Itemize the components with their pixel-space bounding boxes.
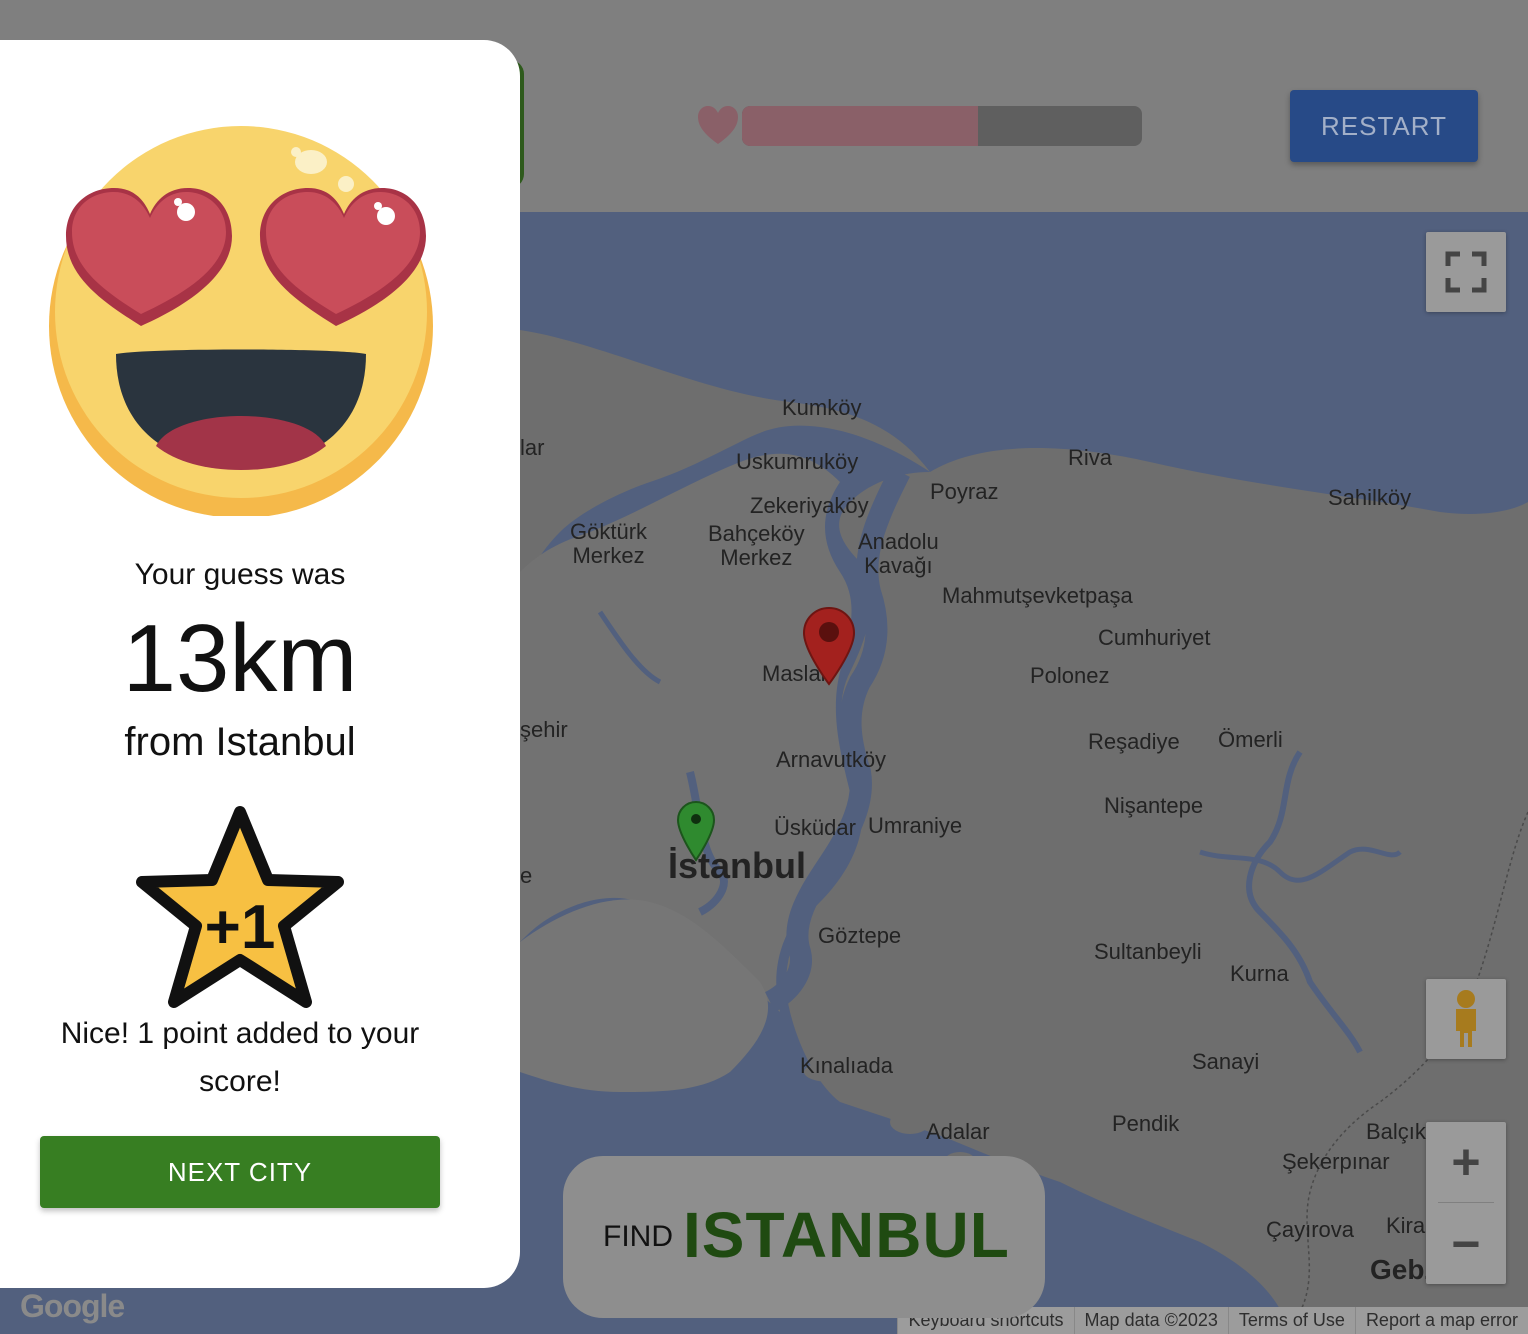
map-label-lar: lar [520, 435, 545, 460]
heart-eyes-emoji-icon [49, 126, 433, 516]
map-label-zekeriyakoy: Zekeriyaköy [750, 493, 869, 518]
map-label-arnavutkoy: Arnavutköy [776, 747, 887, 772]
map-label-bahcekoy: Bahçeköy Merkez [708, 521, 805, 570]
zoom-divider [1438, 1202, 1494, 1203]
report-map-error-link[interactable]: Report a map error [1354, 1307, 1528, 1334]
map-label-umraniye: Umraniye [868, 813, 963, 838]
heart-icon [698, 106, 738, 144]
star-badge-text: +1 [205, 893, 276, 962]
zoom-out-button[interactable]: − [1426, 1204, 1506, 1284]
next-city-button[interactable]: NEXT CITY [40, 1136, 440, 1208]
fullscreen-icon [1445, 251, 1487, 293]
green-marker-icon[interactable] [676, 800, 716, 862]
map-label-kira: Kira [1386, 1213, 1426, 1238]
map-label-sehir: şehir [520, 717, 568, 742]
fullscreen-button[interactable] [1426, 232, 1506, 312]
map-label-cayirova: Çayırova [1266, 1217, 1355, 1242]
map-label-uskudar: Üsküdar [774, 815, 856, 840]
target-city-label: from Istanbul [124, 720, 356, 764]
map-label-riva: Riva [1068, 445, 1113, 470]
zoom-in-button[interactable]: + [1426, 1122, 1506, 1202]
restart-button[interactable]: RESTART [1290, 90, 1478, 162]
guess-distance: 13km [122, 605, 358, 712]
map-label-kumkoy: Kumköy [782, 395, 862, 420]
map-label-gokturk: Göktürk Merkez [570, 519, 648, 568]
map-label-resadiye: Reşadiye [1088, 729, 1180, 754]
map-label-balcik: Balçık [1366, 1119, 1426, 1144]
result-card: Your guess was 13km from Istanbul +1 Nic… [0, 40, 520, 1288]
map-label-goztepe: Göztepe [818, 923, 902, 948]
lives-bar-fill [742, 106, 978, 146]
map-label-nisantepe: Nişantepe [1104, 793, 1204, 818]
map-label-sultanbeyli: Sultanbeyli [1094, 939, 1202, 964]
street-view-button[interactable] [1426, 979, 1506, 1059]
target-city-name: ISTANBUL [683, 1199, 1010, 1271]
map-label-adalar: Adalar [926, 1119, 990, 1144]
map-label-kurna: Kurna [1230, 961, 1289, 986]
map-label-pendik: Pendik [1112, 1111, 1180, 1136]
map-label-anadolu: Anadolu Kavağı [858, 529, 939, 578]
points-message: Nice! 1 point added to your score! [60, 1017, 420, 1098]
lives-bar [742, 106, 1142, 146]
map-label-mahmutsevketpasa: Mahmutşevketpaşa [942, 583, 1133, 608]
guess-label: Your guess was [134, 558, 346, 591]
find-label: FIND [603, 1220, 673, 1253]
star-plus-one-icon: +1 [136, 806, 344, 1008]
map-label-sahilkoy: Sahilköy [1328, 485, 1412, 510]
lives-indicator [696, 104, 1142, 148]
red-marker-icon[interactable] [802, 606, 856, 686]
map-data-text: Map data ©2023 [1073, 1307, 1228, 1334]
map-label-e: e [520, 863, 533, 888]
zoom-control: + − [1426, 1122, 1506, 1284]
terms-of-use-link[interactable]: Terms of Use [1227, 1307, 1355, 1334]
pegman-icon [1456, 990, 1476, 1047]
map-label-poyraz: Poyraz [930, 479, 999, 504]
map-label-omerli: Ömerli [1218, 727, 1283, 752]
map-label-uskumrukoy: Uskumruköy [736, 449, 859, 474]
map-label-cumhuriyet: Cumhuriyet [1098, 625, 1211, 650]
map-label-polonez: Polonez [1030, 663, 1110, 688]
map-label-sekerpinar: Şekerpınar [1282, 1149, 1390, 1174]
map-label-sanayi: Sanayi [1192, 1049, 1260, 1074]
google-logo[interactable]: Google [20, 1288, 125, 1325]
map-label-kinaliada: Kınalıada [800, 1053, 893, 1078]
find-city-banner: FIND ISTANBUL [563, 1156, 1045, 1318]
